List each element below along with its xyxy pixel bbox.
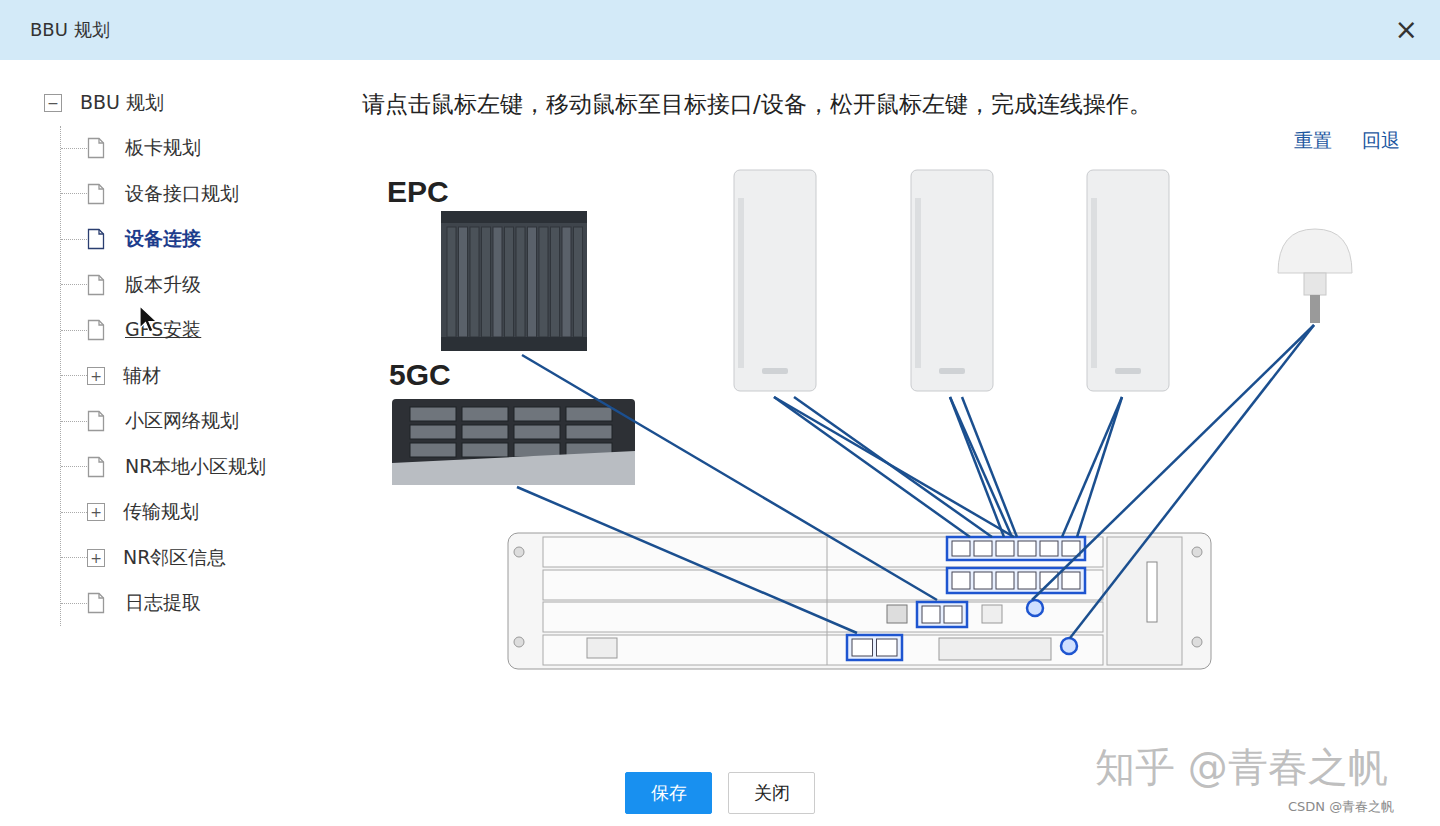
sidebar-item[interactable]: 板卡规划 [61,126,350,172]
tree-connector [61,466,87,467]
connection-line[interactable] [1032,325,1314,600]
page-icon [87,319,105,341]
tree-connector [61,193,87,194]
close-button[interactable]: 关闭 [728,772,815,814]
sidebar-item-label[interactable]: NR邻区信息 [123,545,226,571]
sidebar-item-label[interactable]: NR本地小区规划 [125,454,266,480]
expand-toggle[interactable]: + [87,503,105,521]
tree-connector [61,512,87,513]
undo-link[interactable]: 回退 [1362,128,1400,154]
connection-line[interactable] [794,397,992,537]
connection-line[interactable] [950,397,1004,537]
5gc-label: 5GC [389,360,451,390]
page-icon [87,137,105,159]
sidebar-item[interactable]: + NR邻区信息 [61,535,350,581]
sidebar-item[interactable]: + 传输规划 [61,490,350,536]
sidebar-item[interactable]: 设备连接 [61,217,350,263]
connection-line[interactable] [1070,325,1314,638]
collapse-toggle[interactable]: − [44,94,62,112]
tree-connector [61,284,87,285]
watermark: 知乎 @青春之帆 [1095,740,1388,795]
tree-connector [61,375,87,376]
tree-connector [61,239,87,240]
connection-line[interactable] [950,397,1012,537]
instruction-text: 请点击鼠标左键，移动鼠标至目标接口/设备，松开鼠标左键，完成连线操作。 [362,86,1400,122]
connection-line[interactable] [517,487,857,633]
tree-root[interactable]: −BBU 规划 [44,80,350,126]
sidebar-item[interactable]: GPS安装 [61,308,350,354]
content-panel: 请点击鼠标左键，移动鼠标至目标接口/设备，松开鼠标左键，完成连线操作。重置 回退 E… [350,60,1440,766]
connection-line[interactable] [1062,397,1122,537]
aau-device[interactable] [732,168,818,393]
expand-toggle[interactable]: + [87,549,105,567]
sidebar-item-label[interactable]: 辅材 [123,363,161,389]
connection-line[interactable] [522,355,937,600]
sidebar-item-label[interactable]: 传输规划 [123,499,199,525]
connection-line[interactable] [774,397,1014,537]
sidebar-item[interactable]: 日志提取 [61,581,350,627]
connection-canvas[interactable]: EPC 5GC [362,160,1422,700]
expand-toggle[interactable]: + [87,367,105,385]
connection-line[interactable] [1077,397,1122,537]
links-layer [362,160,1422,700]
tree-root-label[interactable]: BBU 规划 [80,90,164,116]
sidebar-item-label[interactable]: 日志提取 [125,590,201,616]
epc-label: EPC [387,177,449,207]
sidebar-item-label[interactable]: 设备接口规划 [125,181,239,207]
page-icon [87,274,105,296]
sidebar-item[interactable]: 小区网络规划 [61,399,350,445]
page-icon [87,592,105,614]
sidebar-item[interactable]: NR本地小区规划 [61,444,350,490]
sidebar-item[interactable]: 版本升级 [61,262,350,308]
save-button[interactable]: 保存 [625,772,712,814]
tree-connector [61,421,87,422]
connection-line[interactable] [774,397,970,537]
main-area: −BBU 规划板卡规划设备接口规划设备连接版本升级 GPS安装 + 辅材小区网络规划 N… [0,60,1440,766]
button-label[interactable]: 关闭 [754,781,790,805]
aau-device[interactable] [909,168,995,393]
watermark: CSDN @青春之帆 [1288,798,1394,816]
close-button[interactable]: × [1395,16,1418,44]
epc-device[interactable] [437,205,592,355]
sidebar-item[interactable]: 设备接口规划 [61,171,350,217]
sidebar-item-label[interactable]: 设备连接 [125,226,201,252]
bbu-chassis[interactable] [507,532,1212,670]
title-bar: BBU 规划 × [0,0,1440,60]
5gc-device[interactable] [390,395,637,490]
page-icon [87,228,105,250]
sidebar-item-label[interactable]: 版本升级 [125,272,201,298]
sidebar: −BBU 规划板卡规划设备接口规划设备连接版本升级 GPS安装 + 辅材小区网络规划 N… [0,60,350,766]
sidebar-item-label[interactable]: GPS安装 [125,317,201,343]
sidebar-item[interactable]: + 辅材 [61,353,350,399]
reset-link[interactable]: 重置 [1294,128,1332,154]
gps-antenna[interactable] [1274,225,1357,325]
tree-connector [61,557,87,558]
page-icon [87,410,105,432]
page-icon [87,183,105,205]
sidebar-item-label[interactable]: 板卡规划 [125,135,201,161]
window-title: BBU 规划 [30,18,110,42]
aau-device[interactable] [1085,168,1171,393]
mouse-cursor-icon [139,305,159,335]
button-label[interactable]: 保存 [651,781,687,805]
sidebar-item-label[interactable]: 小区网络规划 [125,408,239,434]
action-links: 重置 回退 [362,122,1400,160]
tree-connector [61,330,87,331]
page-icon [87,456,105,478]
tree-connector [61,603,87,604]
tree-children: 板卡规划设备接口规划设备连接版本升级 GPS安装 + 辅材小区网络规划 NR本地小区规划… [60,126,350,627]
connection-line[interactable] [962,397,1017,537]
tree-connector [61,148,87,149]
